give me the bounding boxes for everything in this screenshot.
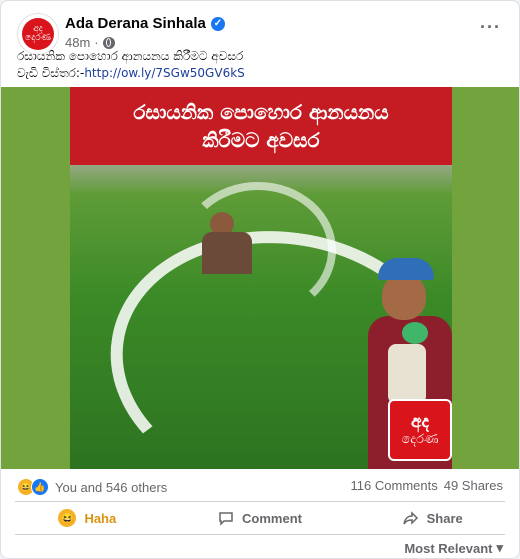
share-button[interactable]: Share [346,503,519,533]
comments-count[interactable]: 116 Comments [351,478,438,493]
haha-button[interactable]: 😆 Haha [1,503,174,533]
post-card: අද දෙරණ Ada Derana Sinhala ✓ 48m · ··· ර… [0,0,520,559]
fertilizer-photo: රසායනික පොහොර ආනයනය කිරීමට අවසර අද දෙරණ [70,87,452,469]
more-options-icon[interactable]: ··· [480,17,501,38]
post-text: රසායනික පොහොර ආනයනය කිරීමට අවසර වැඩි විස… [17,49,245,80]
action-bar: 😆 Haha Comment Share [1,503,519,533]
comment-button[interactable]: Comment [174,503,347,533]
farmer-background [202,212,252,274]
comment-icon [219,512,233,526]
globe-icon [102,36,115,49]
post-image[interactable]: රසායනික පොහොර ආනයනය කිරීමට අවසර අද දෙරණ [1,87,519,469]
engagement-counts: 116 Comments 49 Shares [351,478,503,493]
reactions-summary[interactable]: 😆 👍 You and 546 others [17,478,167,496]
divider [15,534,505,535]
page-name[interactable]: Ada Derana Sinhala ✓ [65,15,225,32]
verified-badge-icon: ✓ [210,16,225,31]
chevron-down-icon: ▾ [496,540,503,555]
divider [15,501,505,502]
share-icon [402,511,418,525]
image-banner: රසායනික පොහොර ආනයනය කිරීමට අවසර [70,87,452,165]
ada-derana-watermark: අද දෙරණ [388,399,452,461]
like-reaction-icon: 👍 [31,478,49,496]
haha-icon: 😆 [58,509,77,527]
most-relevant-dropdown[interactable]: Most Relevant ▾ [404,540,503,556]
ada-derana-logo-icon: අද දෙරණ [22,18,54,50]
post-link[interactable]: http://ow.ly/7SGw50GV6kS [84,66,244,80]
shares-count[interactable]: 49 Shares [444,478,503,493]
